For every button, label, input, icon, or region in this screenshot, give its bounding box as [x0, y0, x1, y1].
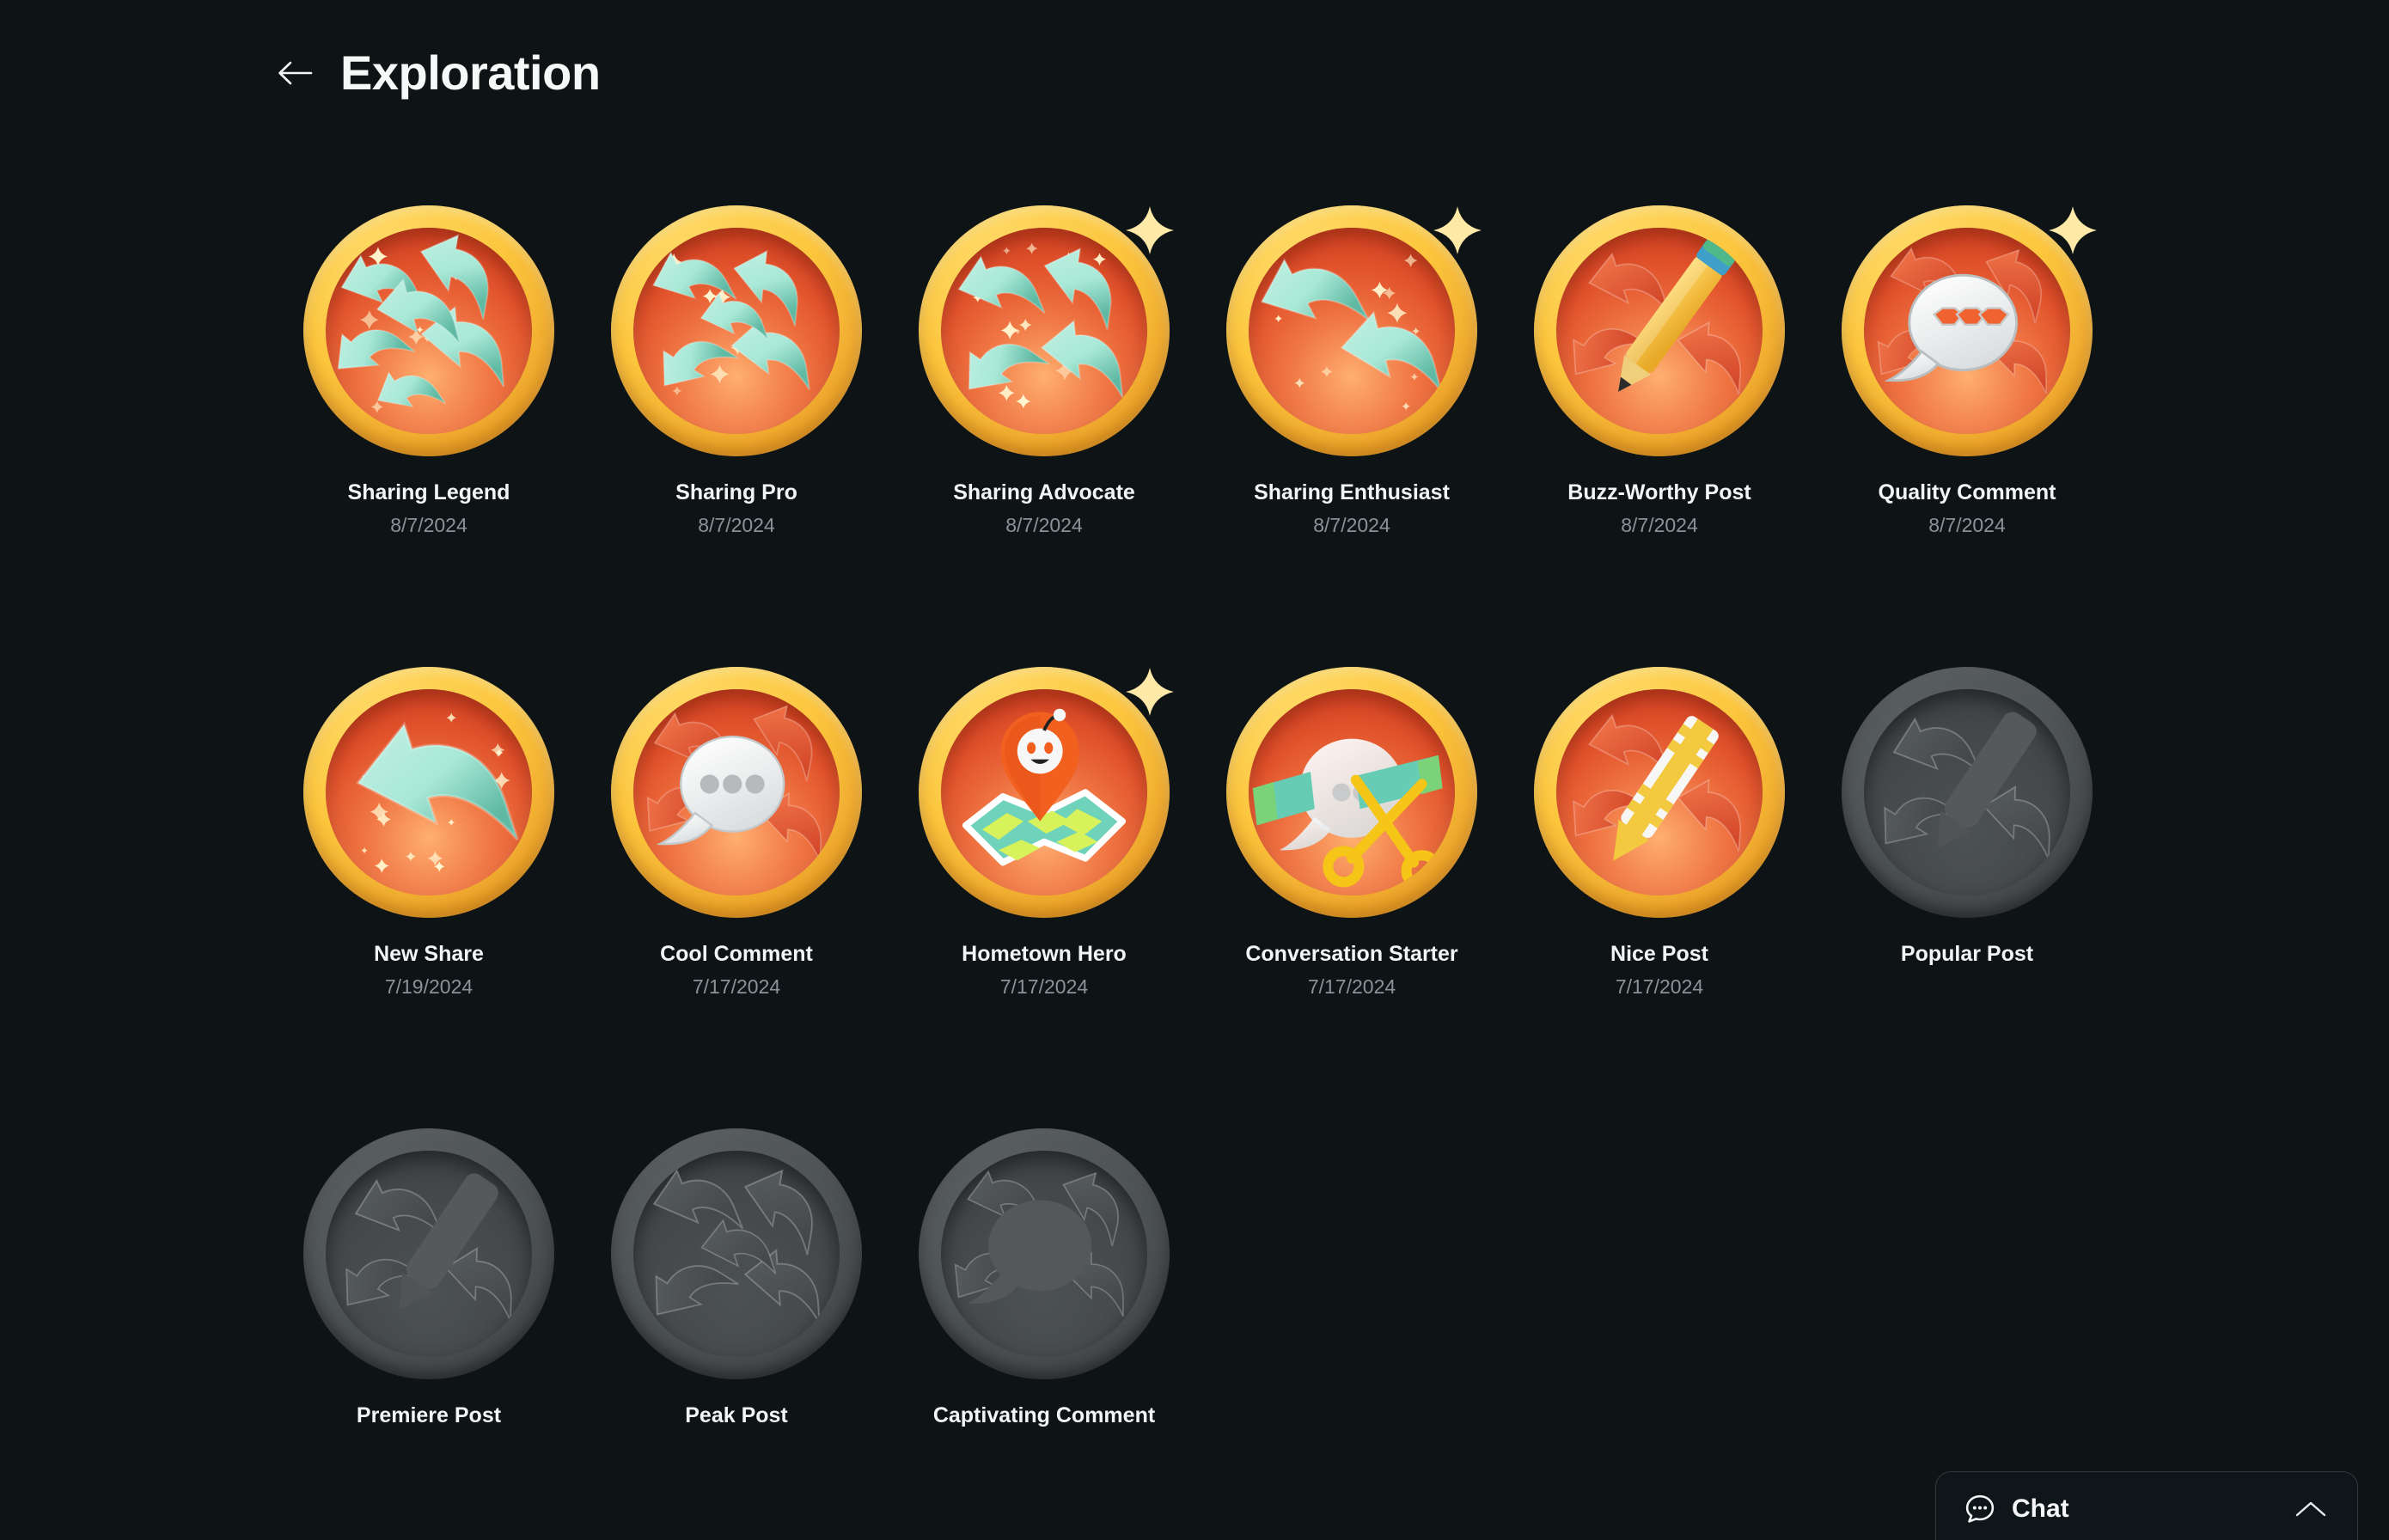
- chevron-up-icon: [2295, 1501, 2326, 1517]
- chat-widget[interactable]: Chat: [1935, 1471, 2358, 1540]
- badge-card[interactable]: Sharing Legend 8/7/2024: [275, 202, 583, 663]
- badge-illustration: [941, 1151, 1147, 1357]
- chat-collapse-button[interactable]: [2294, 1498, 2328, 1520]
- badge-medal: [1534, 667, 1785, 918]
- badge-medal: [611, 205, 862, 456]
- badge-artwork: [608, 1125, 865, 1383]
- badge-earned-date: 7/17/2024: [692, 975, 781, 998]
- badge-medal: [1842, 205, 2093, 456]
- badge-card[interactable]: Buzz-Worthy Post 8/7/2024: [1506, 202, 1813, 663]
- badge-earned-date: 8/7/2024: [1621, 513, 1698, 536]
- badge-card[interactable]: Conversation Starter 7/17/2024: [1198, 663, 1506, 1125]
- badge-title: Sharing Pro: [675, 480, 797, 504]
- badge-illustration: [633, 228, 840, 434]
- badge-card[interactable]: Hometown Hero 7/17/2024: [890, 663, 1198, 1125]
- badge-title: Sharing Enthusiast: [1254, 480, 1450, 504]
- badge-title: New Share: [374, 942, 484, 966]
- badge-earned-date: 8/7/2024: [1313, 513, 1390, 536]
- badge-artwork: [915, 202, 1174, 460]
- badge-illustration: [1249, 228, 1455, 434]
- badge-card[interactable]: Captivating Comment: [890, 1125, 1198, 1540]
- badge-medal: [303, 667, 554, 918]
- badge-artwork: [300, 1125, 558, 1383]
- badge-illustration: [1249, 689, 1455, 895]
- chat-label: Chat: [2012, 1494, 2069, 1523]
- chat-bubble-icon: [1965, 1494, 1995, 1523]
- badge-artwork: [1838, 663, 2096, 921]
- badge-title: Sharing Legend: [347, 480, 510, 504]
- badge-artwork: [300, 202, 558, 460]
- badge-medal-locked: [919, 1128, 1170, 1379]
- badge-card[interactable]: Peak Post: [583, 1125, 890, 1540]
- badge-title: Premiere Post: [356, 1403, 502, 1427]
- badge-earned-date: 7/19/2024: [384, 975, 474, 998]
- badge-artwork: [1531, 663, 1788, 921]
- achievements-page: Exploration Sharing Legend 8/7/2024 Shar…: [0, 0, 2389, 1540]
- badge-earned-date: 7/17/2024: [1615, 975, 1704, 998]
- page-header: Exploration: [0, 0, 2389, 101]
- badge-illustration: [1556, 689, 1763, 895]
- badge-medal-locked: [303, 1128, 554, 1379]
- badge-earned-date: 8/7/2024: [1928, 513, 2006, 536]
- badge-medal: [1226, 205, 1477, 456]
- badge-card[interactable]: Quality Comment 8/7/2024: [1813, 202, 2121, 663]
- badge-grid: Sharing Legend 8/7/2024 Sharing Pro 8/7/20…: [0, 101, 2389, 1540]
- badge-artwork: [608, 202, 865, 460]
- badge-illustration: [326, 1151, 532, 1357]
- badge-medal-locked: [1842, 667, 2093, 918]
- badge-illustration: [326, 228, 532, 434]
- badge-earned-date: 8/7/2024: [698, 513, 775, 536]
- badge-earned-date: 7/17/2024: [999, 975, 1089, 998]
- arrow-left-icon: [278, 61, 313, 84]
- badge-card[interactable]: Cool Comment 7/17/2024: [583, 663, 890, 1125]
- badge-artwork: [915, 663, 1174, 921]
- badge-title: Nice Post: [1610, 942, 1708, 966]
- badge-card[interactable]: Popular Post: [1813, 663, 2121, 1125]
- badge-medal-locked: [611, 1128, 862, 1379]
- badge-artwork: [300, 663, 558, 921]
- badge-illustration: [633, 1151, 840, 1357]
- badge-card[interactable]: New Share 7/19/2024: [275, 663, 583, 1125]
- badge-artwork: [1223, 663, 1481, 921]
- badge-illustration: [633, 689, 840, 895]
- badge-earned-date: 8/7/2024: [390, 513, 467, 536]
- badge-illustration: [1864, 228, 2070, 434]
- badge-earned-date: 7/17/2024: [1307, 975, 1396, 998]
- badge-title: Quality Comment: [1878, 480, 2056, 504]
- badge-medal: [919, 667, 1170, 918]
- badge-title: Hometown Hero: [962, 942, 1127, 966]
- badge-artwork: [1838, 202, 2097, 460]
- badge-title: Captivating Comment: [932, 1403, 1156, 1427]
- badge-title: Peak Post: [685, 1403, 788, 1427]
- badge-illustration: [941, 228, 1147, 434]
- badge-title: Cool Comment: [660, 942, 813, 966]
- badge-card[interactable]: Nice Post 7/17/2024: [1506, 663, 1813, 1125]
- badge-illustration: [941, 689, 1147, 895]
- badge-title: Conversation Starter: [1245, 942, 1458, 966]
- badge-medal: [1534, 205, 1785, 456]
- badge-title: Popular Post: [1900, 942, 2034, 966]
- badge-artwork: [608, 663, 865, 921]
- badge-title: Sharing Advocate: [953, 480, 1135, 504]
- badge-artwork: [1531, 202, 1788, 460]
- badge-medal: [303, 205, 554, 456]
- back-button[interactable]: [273, 52, 316, 95]
- badge-card[interactable]: Sharing Advocate 8/7/2024: [890, 202, 1198, 663]
- badge-card[interactable]: Sharing Pro 8/7/2024: [583, 202, 890, 663]
- badge-medal: [1226, 667, 1477, 918]
- badge-artwork: [915, 1125, 1173, 1383]
- badge-illustration: [1864, 689, 2070, 895]
- badge-medal: [919, 205, 1170, 456]
- badge-medal: [611, 667, 862, 918]
- page-title: Exploration: [340, 46, 601, 100]
- badge-artwork: [1223, 202, 1482, 460]
- badge-illustration: [1556, 228, 1763, 434]
- badge-card[interactable]: Sharing Enthusiast 8/7/2024: [1198, 202, 1506, 663]
- badge-illustration: [326, 689, 532, 895]
- badge-earned-date: 8/7/2024: [1005, 513, 1083, 536]
- badge-title: Buzz-Worthy Post: [1567, 480, 1751, 504]
- badge-card[interactable]: Premiere Post: [275, 1125, 583, 1540]
- chat-widget-left: Chat: [1964, 1493, 2294, 1525]
